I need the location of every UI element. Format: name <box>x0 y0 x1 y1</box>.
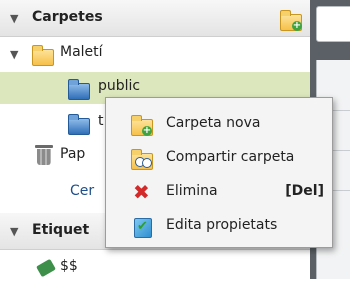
edit-properties-icon <box>131 217 153 238</box>
tag-icon <box>36 258 56 278</box>
tags-section-title: Etiquet <box>32 222 90 238</box>
menu-item-label: Edita propietats <box>166 217 278 233</box>
menu-item-label: Carpeta nova <box>166 115 261 131</box>
tag-item[interactable]: $$ <box>0 252 310 284</box>
folders-section-header[interactable]: ▼ Carpetes + <box>0 0 310 37</box>
delete-icon: ✖ <box>133 180 150 204</box>
collapse-triangle-icon[interactable]: ▼ <box>10 12 18 25</box>
search-field[interactable] <box>316 6 350 42</box>
collapse-triangle-icon[interactable]: ▼ <box>10 225 18 238</box>
tree-item-label: Cer <box>70 183 95 199</box>
trash-icon <box>35 145 53 165</box>
tree-item-root[interactable]: ▼ Maletí <box>0 38 310 70</box>
menu-item-shortcut: [Del] <box>285 183 324 199</box>
folders-section-title: Carpetes <box>32 9 103 25</box>
tree-item-label: Maletí <box>60 44 103 60</box>
menu-item-label: Compartir carpeta <box>166 149 295 165</box>
shared-folder-icon <box>68 114 90 135</box>
tree-item-label: Pap <box>60 146 86 162</box>
share-folder-icon <box>131 149 153 170</box>
menu-item-label: Elimina <box>166 183 218 199</box>
expand-triangle-icon[interactable]: ▼ <box>10 48 18 61</box>
new-folder-icon: + <box>131 115 153 136</box>
tag-label: $$ <box>60 258 78 274</box>
tree-item-label: t <box>98 113 104 129</box>
tree-item-label: public <box>98 78 141 94</box>
context-menu: + Carpeta nova Compartir carpeta ✖ Elimi… <box>105 97 333 248</box>
shared-folder-icon <box>68 79 90 100</box>
menu-item-delete[interactable]: ✖ Elimina [Del] <box>106 176 332 208</box>
menu-item-new-folder[interactable]: + Carpeta nova <box>106 108 332 140</box>
new-folder-icon[interactable]: + <box>279 10 303 31</box>
menu-item-edit-properties[interactable]: Edita propietats <box>106 210 332 242</box>
folder-icon <box>32 45 54 66</box>
menu-item-share-folder[interactable]: Compartir carpeta <box>106 142 332 174</box>
